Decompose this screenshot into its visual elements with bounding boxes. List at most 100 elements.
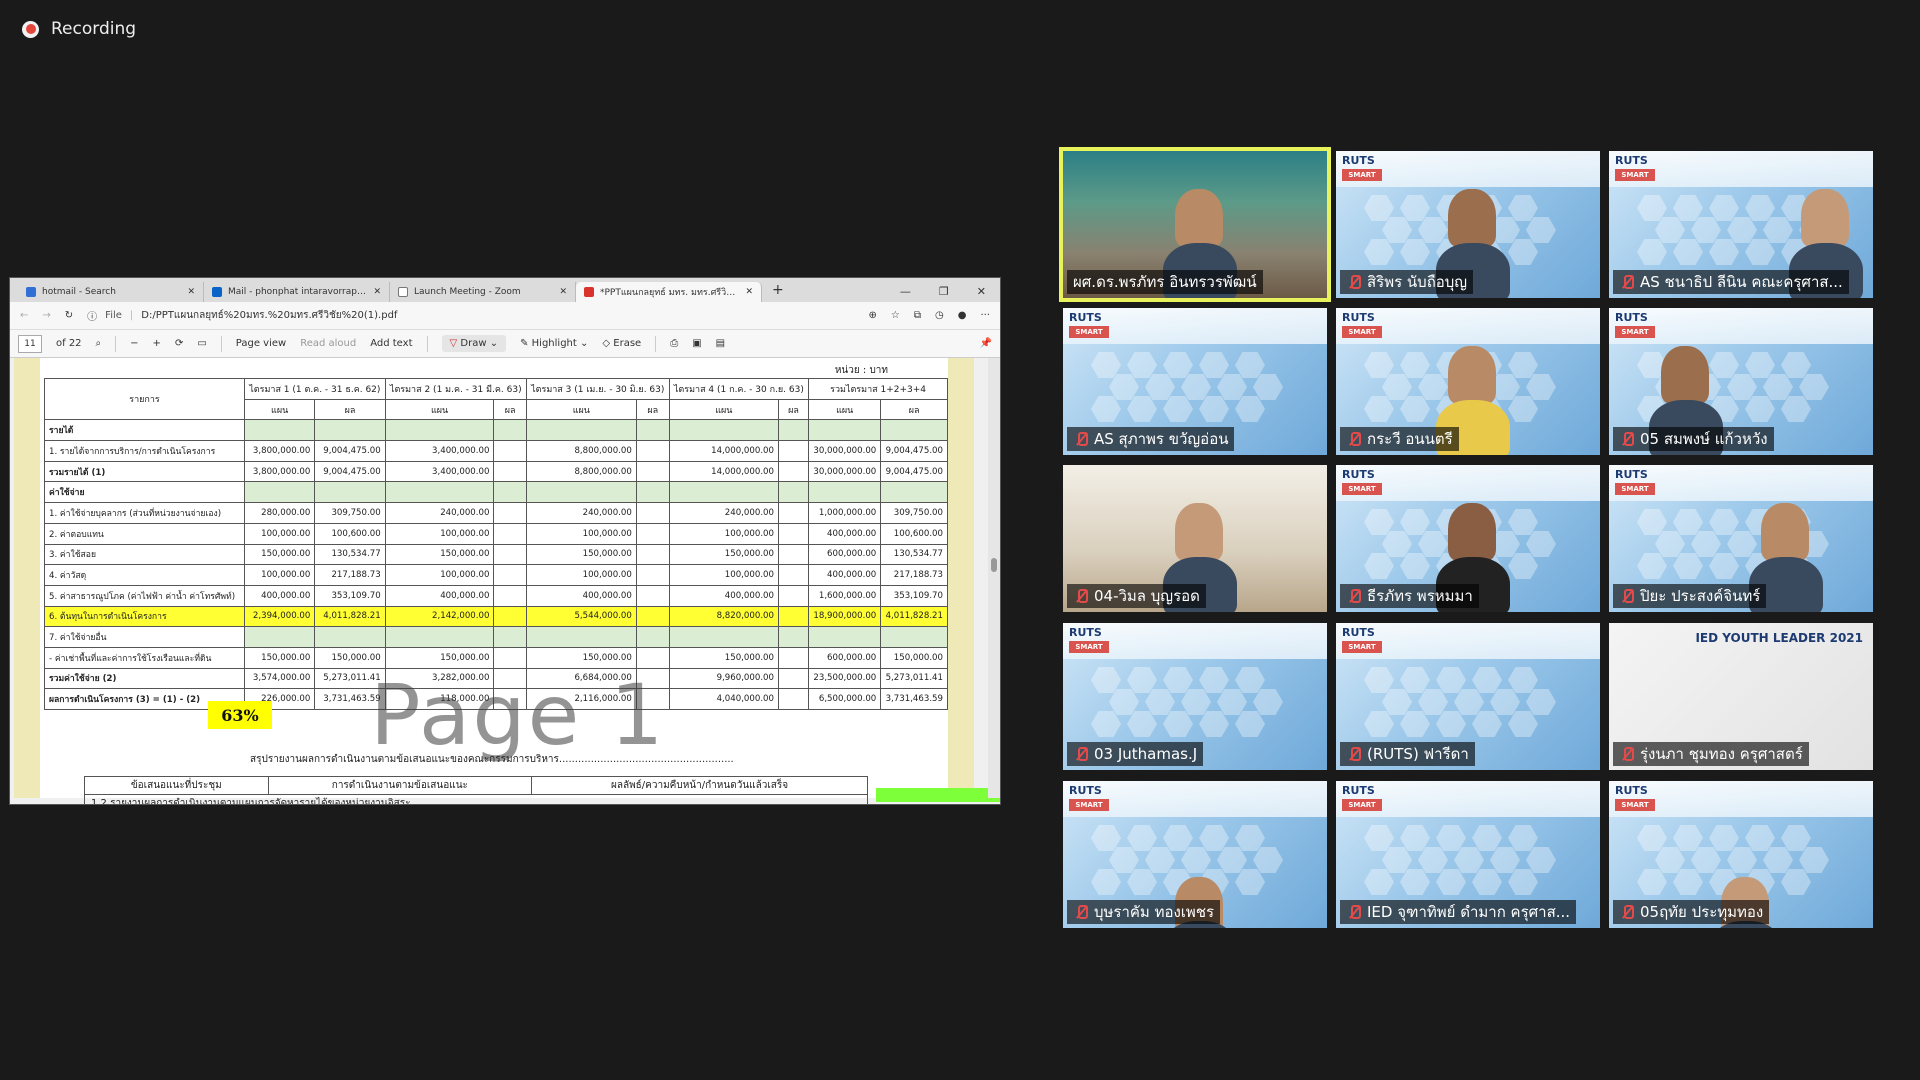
pdf-viewport: หน่วย : บาท รายการ ไตรมาส 1 (1 ต.ค. - 31… xyxy=(10,358,1000,804)
participant-tile[interactable]: RUTS SMART AS สุภาพร ขวัญอ่อน xyxy=(1063,308,1327,455)
table-cell: 1,000,000.00 xyxy=(808,502,882,524)
table-cell: 18,900,000.00 xyxy=(808,605,882,628)
header-item: รายการ xyxy=(44,377,245,421)
minimize-icon[interactable]: — xyxy=(900,285,911,298)
participant-tile[interactable]: RUTS SMART 05ฤทัย ประทุมทอง xyxy=(1609,781,1873,928)
participant-tile[interactable]: RUTS SMART บุษราคัม ทองเพชร xyxy=(1063,781,1327,928)
back-icon[interactable]: ← xyxy=(20,310,28,321)
table-cell: 1,600,000.00 xyxy=(808,584,882,607)
zoom-out-icon[interactable]: − xyxy=(130,338,138,349)
table-cell: 14,000,000.00 xyxy=(668,440,780,462)
table-cell: 3,800,000.00 xyxy=(243,460,316,483)
read-aloud-button[interactable]: Read aloud xyxy=(300,338,356,349)
participant-tile[interactable]: RUTS SMART ธีรภัทร พรหมมา xyxy=(1336,465,1600,612)
table-cell: 100,600.00 xyxy=(880,522,948,545)
participant-name-bar: รุ่งนภา ชุมทอง ครุศาสตร์ xyxy=(1613,742,1809,766)
search-icon[interactable]: ⌕ xyxy=(96,338,102,349)
table-cell xyxy=(777,584,810,607)
participant-name: (RUTS) ฟารีดา xyxy=(1367,745,1469,763)
subheader-plan: แผน xyxy=(525,398,637,421)
participant-tile[interactable]: RUTS SMART IED จุฑาทิพย์ ดำมาก ครุศาส... xyxy=(1336,781,1600,928)
participant-tile[interactable]: RUTS SMART ปิยะ ประสงค์จินทร์ xyxy=(1609,465,1873,612)
ied-title: IED YOUTH LEADER 2021 xyxy=(1695,631,1863,645)
url-field[interactable]: ⓘ File | D:/PPTแผนกลยุทธ์%20มทร.%20มทร.ศ… xyxy=(87,308,854,323)
table-cell xyxy=(314,626,386,648)
row-label: รวมค่าใช้จ่าย (2) xyxy=(44,667,245,690)
row-label: รวมรายได้ (1) xyxy=(44,460,245,483)
row-label: 6. ต้นทุนในการดำเนินโครงการ xyxy=(44,605,245,628)
participant-tile[interactable]: RUTS SMART 05 สมพงษ์ แก้วหวัง xyxy=(1609,308,1873,455)
page-count: of 22 xyxy=(56,338,82,349)
table-cell: 9,004,475.00 xyxy=(314,440,386,462)
page-view-button[interactable]: Page view xyxy=(236,338,286,349)
participant-tile[interactable]: RUTS SMART (RUTS) ฟารีดา xyxy=(1336,623,1600,770)
participant-tile[interactable]: RUTS SMART 03 Juthamas.J xyxy=(1063,623,1327,770)
tab-zoom[interactable]: Launch Meeting - Zoom ✕ xyxy=(390,282,576,302)
add-text-button[interactable]: Add text xyxy=(370,338,412,349)
table-cell xyxy=(525,419,637,442)
mic-muted-icon xyxy=(1073,904,1089,920)
fit-icon[interactable]: ▭ xyxy=(197,338,206,349)
zoom-icon[interactable]: ⊕ xyxy=(868,310,876,321)
ruts-logo: RUTS SMART xyxy=(1342,627,1386,663)
rotate-icon[interactable]: ⟳ xyxy=(175,338,183,349)
green-highlight xyxy=(876,788,1000,802)
more-icon[interactable]: ··· xyxy=(980,310,990,321)
erase-button[interactable]: ◇ Erase xyxy=(602,338,641,349)
close-icon[interactable]: ✕ xyxy=(373,287,381,297)
participant-tile[interactable]: ผศ.ดร.พรภัทร อินทรวรพัฒน์ xyxy=(1059,147,1331,302)
forward-icon[interactable]: → xyxy=(42,310,50,321)
tab-pdf[interactable]: *PPTแผนกลยุทธ์ มทร. มทร.ศรีวิชัย (1) ✕ xyxy=(576,282,762,302)
table-cell: 150,000.00 xyxy=(525,543,637,566)
close-icon[interactable]: ✕ xyxy=(187,287,195,297)
save-icon[interactable]: ▣ xyxy=(692,338,701,349)
participant-video xyxy=(1175,189,1223,247)
row-label: ค่าใช้จ่าย xyxy=(44,481,245,504)
participant-tile[interactable]: RUTS SMART สิริพร นับถือบุญ xyxy=(1336,151,1600,298)
table-cell xyxy=(777,543,810,566)
highlight-button[interactable]: ✎ Highlight ⌄ xyxy=(520,338,588,349)
collections-icon[interactable]: ⧉ xyxy=(914,310,921,321)
close-icon[interactable]: ✕ xyxy=(559,287,567,297)
draw-button[interactable]: ▽ Draw ⌄ xyxy=(441,335,507,352)
table-cell: 30,000,000.00 xyxy=(808,440,882,462)
close-window-icon[interactable]: ✕ xyxy=(977,285,986,298)
table-cell xyxy=(635,440,670,462)
row-label: 1. รายได้จากการบริการ/การดำเนินโครงการ xyxy=(44,440,245,462)
table-cell: 353,109.70 xyxy=(880,584,948,607)
participant-name-bar: 03 Juthamas.J xyxy=(1067,742,1204,766)
save-as-icon[interactable]: ▤ xyxy=(716,338,725,349)
vertical-scrollbar[interactable] xyxy=(988,358,1000,798)
maximize-icon[interactable]: ❐ xyxy=(939,285,949,298)
new-tab-icon[interactable]: + xyxy=(762,282,794,302)
print-icon[interactable]: ⎙ xyxy=(670,338,678,349)
tab-mail[interactable]: Mail - phonphat intaravorraphat ✕ xyxy=(204,282,390,302)
favorite-icon[interactable]: ☆ xyxy=(891,310,900,321)
profile-icon[interactable]: ● xyxy=(958,310,967,321)
subheader-result: ผล xyxy=(880,398,948,421)
pin-icon[interactable]: 📌 xyxy=(980,338,992,349)
table-cell xyxy=(635,481,670,504)
header-q1: ไตรมาส 1 (1 ต.ค. - 31 ธ.ค. 62) xyxy=(244,378,386,400)
subheader-result: ผล xyxy=(635,398,670,421)
pdf-page: หน่วย : บาท รายการ ไตรมาส 1 (1 ต.ค. - 31… xyxy=(14,358,1000,804)
page-number-input[interactable]: 11 xyxy=(18,334,42,353)
table-cell xyxy=(493,543,527,566)
participant-tile[interactable]: IED YOUTH LEADER 2021 รุ่งนภา ชุมทอง ครุศ… xyxy=(1609,623,1873,770)
tab-hotmail[interactable]: hotmail - Search ✕ xyxy=(18,282,204,302)
table-cell xyxy=(880,626,948,648)
history-icon[interactable]: ◷ xyxy=(935,310,944,321)
row-label: รายได้ xyxy=(44,419,245,442)
close-icon[interactable]: ✕ xyxy=(745,287,753,297)
refresh-icon[interactable]: ↻ xyxy=(65,310,73,321)
table-cell: 217,188.73 xyxy=(314,564,386,586)
table-cell: 100,000.00 xyxy=(243,522,316,545)
participant-tile[interactable]: RUTS SMART AS ชนาธิป ลีนิน คณะครุศาส... xyxy=(1609,151,1873,298)
table-cell xyxy=(777,688,810,710)
participant-name-bar: (RUTS) ฟารีดา xyxy=(1340,742,1475,766)
participant-name: AS สุภาพร ขวัญอ่อน xyxy=(1094,430,1229,448)
participant-tile[interactable]: RUTS SMART กระวี อนนตรี xyxy=(1336,308,1600,455)
participant-tile[interactable]: 04-วิมล บุญรอด xyxy=(1063,465,1327,612)
zoom-in-icon[interactable]: + xyxy=(153,338,161,349)
table-cell: 6,500,000.00 xyxy=(808,688,882,710)
